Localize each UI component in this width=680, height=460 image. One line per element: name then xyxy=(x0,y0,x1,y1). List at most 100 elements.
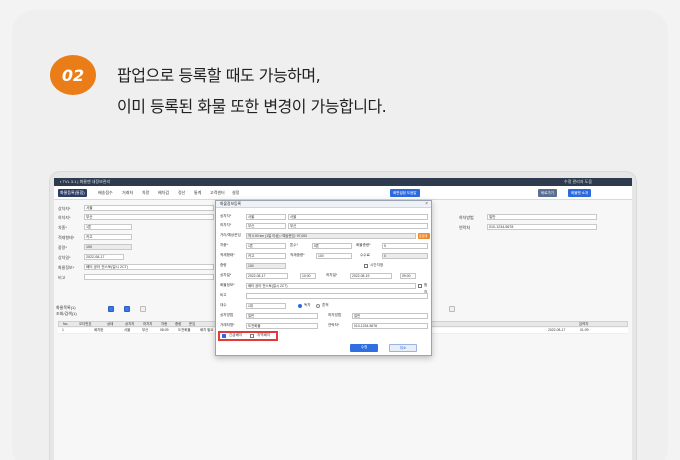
save-button[interactable]: 수정 xyxy=(350,344,378,352)
close-icon[interactable]: × xyxy=(425,201,428,208)
cell-hour: 01:09 xyxy=(580,328,589,332)
cell-drop: 부산 xyxy=(142,328,149,332)
tab-settings[interactable]: 설정 xyxy=(230,189,241,197)
dlg-tonnage-select[interactable]: 5톤 xyxy=(312,242,352,249)
dlg-pickup-label: 상차지* xyxy=(220,214,232,218)
memo-field[interactable] xyxy=(84,274,214,280)
dlg-pickup-field-2[interactable]: 서울 xyxy=(288,213,428,220)
dlg-drop-date-label: 하차일* xyxy=(326,273,338,277)
shortcut-button[interactable]: 바로가기 xyxy=(538,189,557,197)
consolidation-checkbox[interactable] xyxy=(418,283,422,288)
cell-pickup: 서울 xyxy=(124,328,131,332)
dlg-weight-field: 100 xyxy=(246,262,286,269)
col-pickup: 상차지 xyxy=(125,322,135,326)
cancel-button[interactable]: 취소 xyxy=(389,344,417,352)
cell-note: 배차 필요 xyxy=(200,328,214,332)
tab-cargo-register[interactable]: 화물등록(통합) xyxy=(58,189,87,197)
grid-filter: 조회/검색(1) xyxy=(56,310,77,317)
dlg-pickup-field-1[interactable]: 서울 xyxy=(246,213,286,220)
headline-line-2: 이미 등록된 화물 또한 변경이 가능합니다. xyxy=(117,97,387,116)
dlg-cargo-info-field[interactable]: 배터 공아 전스토(일시 2CT) xyxy=(246,282,416,289)
option-solo-radio[interactable] xyxy=(298,303,302,308)
fare-calc-button[interactable]: 운임계산 xyxy=(418,232,430,244)
window-titlebar: ▪ TVL 3.1 | 화물맨 내정보관리 수정 관리자 도움 xyxy=(54,178,632,186)
memo-label: 비고 xyxy=(58,275,66,280)
option-mixed-radio[interactable] xyxy=(316,303,320,308)
dlg-row-pickup: 상차지* 서울 서울 xyxy=(220,213,430,220)
dlg-cargo-qty-field[interactable]: 5 xyxy=(382,242,428,249)
dlg-row-distance: 거리/예상운임 약 0.00 km (1일 이상) / 예상운임: 97,000… xyxy=(220,232,430,244)
dlg-row-dates: 상차일* 2022-08-17 10:00 하차일* 2022-08-19 09… xyxy=(220,272,430,279)
dlg-load-weight-field[interactable]: 100 xyxy=(316,252,352,259)
dlg-row-vehicle: 차종* 1톤 톤수* 5톤 화물총량* 5 xyxy=(220,242,430,249)
dlg-payment-select[interactable]: 1대 xyxy=(246,302,286,309)
cell-status: 배차완 xyxy=(94,328,104,332)
grid-action-button-3[interactable] xyxy=(140,306,146,312)
dlg-drop-field-2[interactable]: 부산 xyxy=(288,222,428,229)
dlg-vehicle-select[interactable]: 1톤 xyxy=(246,242,286,249)
intro-button[interactable]: 화물맨 소개 xyxy=(568,189,592,197)
contact-field[interactable]: 010-1234-5678 xyxy=(487,224,597,230)
dlg-pay-option2: 혼적 xyxy=(322,303,329,307)
unload-method-select[interactable]: 일반 xyxy=(487,214,597,220)
dlg-row-count: 대수 1대 독차 혼적 xyxy=(220,302,430,309)
dlg-vehicle-label: 차종* xyxy=(220,243,229,247)
dlg-pickup-date-label: 상차일* xyxy=(220,273,232,277)
tab-delivery[interactable]: 배송접수 xyxy=(96,189,115,197)
tab-stats[interactable]: 통계 xyxy=(192,189,203,197)
dlg-drop-date-field[interactable]: 2022-08-19 xyxy=(350,272,392,279)
dlg-pickup-time-select[interactable]: 10:00 xyxy=(300,272,316,279)
cargo-info-field[interactable]: 배터 공아 전스토(일시 2CT) xyxy=(84,264,214,270)
dlg-drop-label: 하차지* xyxy=(220,223,232,227)
dlg-load-type-select[interactable]: 카고 xyxy=(246,252,286,259)
help-button[interactable]: 화면설정 도움말 xyxy=(390,189,420,197)
tab-client[interactable]: 거래처 xyxy=(120,189,135,197)
dlg-time-label: 시간지정 xyxy=(370,263,384,267)
cargo-info-label: 화물정보* xyxy=(58,265,75,270)
pickup-field[interactable]: 서울 xyxy=(84,205,214,211)
dlg-row-methods: 상차방법 일반 하차방법 일반 xyxy=(220,312,430,319)
tab-dispatch[interactable]: 배차검 xyxy=(156,189,171,197)
vehicle-label: 차종* xyxy=(58,225,67,230)
app-screen: ▪ TVL 3.1 | 화물맨 내정보관리 수정 관리자 도움 화물등록(통합)… xyxy=(54,178,632,460)
dlg-row-weight: 중량 100 시간지정 xyxy=(220,262,430,269)
time-fix-checkbox[interactable] xyxy=(364,263,368,268)
dlg-row-cargo-info: 화물정보* 배터 공아 전스토(일시 2CT) 합짐 xyxy=(220,282,430,294)
drop-field[interactable]: 부산 xyxy=(84,214,214,220)
dlg-drop-time-select[interactable]: 09:00 xyxy=(400,272,416,279)
dlg-pickup-date-field[interactable]: 2022-08-17 xyxy=(246,272,288,279)
grid-export-button[interactable] xyxy=(449,306,455,312)
cell-no: 1 xyxy=(62,328,64,332)
vehicle-select[interactable]: 1톤 xyxy=(84,224,132,230)
weight-field[interactable]: 100 xyxy=(84,244,132,250)
dlg-unload-method-select[interactable]: 일반 xyxy=(352,312,428,319)
dlg-memo-field[interactable] xyxy=(246,292,428,299)
dlg-memo-label: 비고 xyxy=(220,293,227,297)
window-title: ▪ TVL 3.1 | 화물맨 내정보관리 xyxy=(60,179,111,184)
dlg-load-method-select[interactable]: 일반 xyxy=(246,312,318,319)
tab-support[interactable]: 고객센터 xyxy=(208,189,227,197)
dlg-drop-field-1[interactable]: 부산 xyxy=(246,222,286,229)
dlg-fee-label: 수수료 xyxy=(360,253,370,257)
pickup-date-field[interactable]: 2022-08-17 xyxy=(84,254,124,260)
cell-date: 2022-08-17 xyxy=(548,328,566,332)
dlg-contact-field[interactable]: 010-1234-5678 xyxy=(352,322,428,329)
col-writer: 입력자 xyxy=(579,322,589,326)
tab-settlement[interactable]: 정산 xyxy=(176,189,187,197)
dlg-weight-label: 중량 xyxy=(220,263,227,267)
dialog-title: 화물정보등록 xyxy=(220,202,241,206)
load-type-select[interactable]: 카고 xyxy=(84,234,132,240)
col-status: 상태 xyxy=(107,322,114,326)
grid-action-button-2[interactable] xyxy=(124,306,130,312)
dlg-distance-label: 거리/예상운임 xyxy=(220,233,241,237)
contact-label: 연락처 xyxy=(459,225,471,230)
dlg-distance-field: 약 0.00 km (1일 이상) / 예상운임: 97,000 xyxy=(246,232,416,239)
dlg-load-type-label: 적재형태* xyxy=(220,253,235,257)
dlg-load-method-label: 상차방법 xyxy=(220,313,234,317)
dlg-row-memo: 비고 xyxy=(220,292,430,299)
col-drop: 하차지 xyxy=(143,322,153,326)
window-title-right: 수정 관리자 도움 xyxy=(564,179,592,184)
tab-vehicle[interactable]: 차량 xyxy=(140,189,151,197)
dlg-client-field[interactable]: 도전화물 xyxy=(246,322,318,329)
grid-action-button-1[interactable] xyxy=(108,306,114,312)
